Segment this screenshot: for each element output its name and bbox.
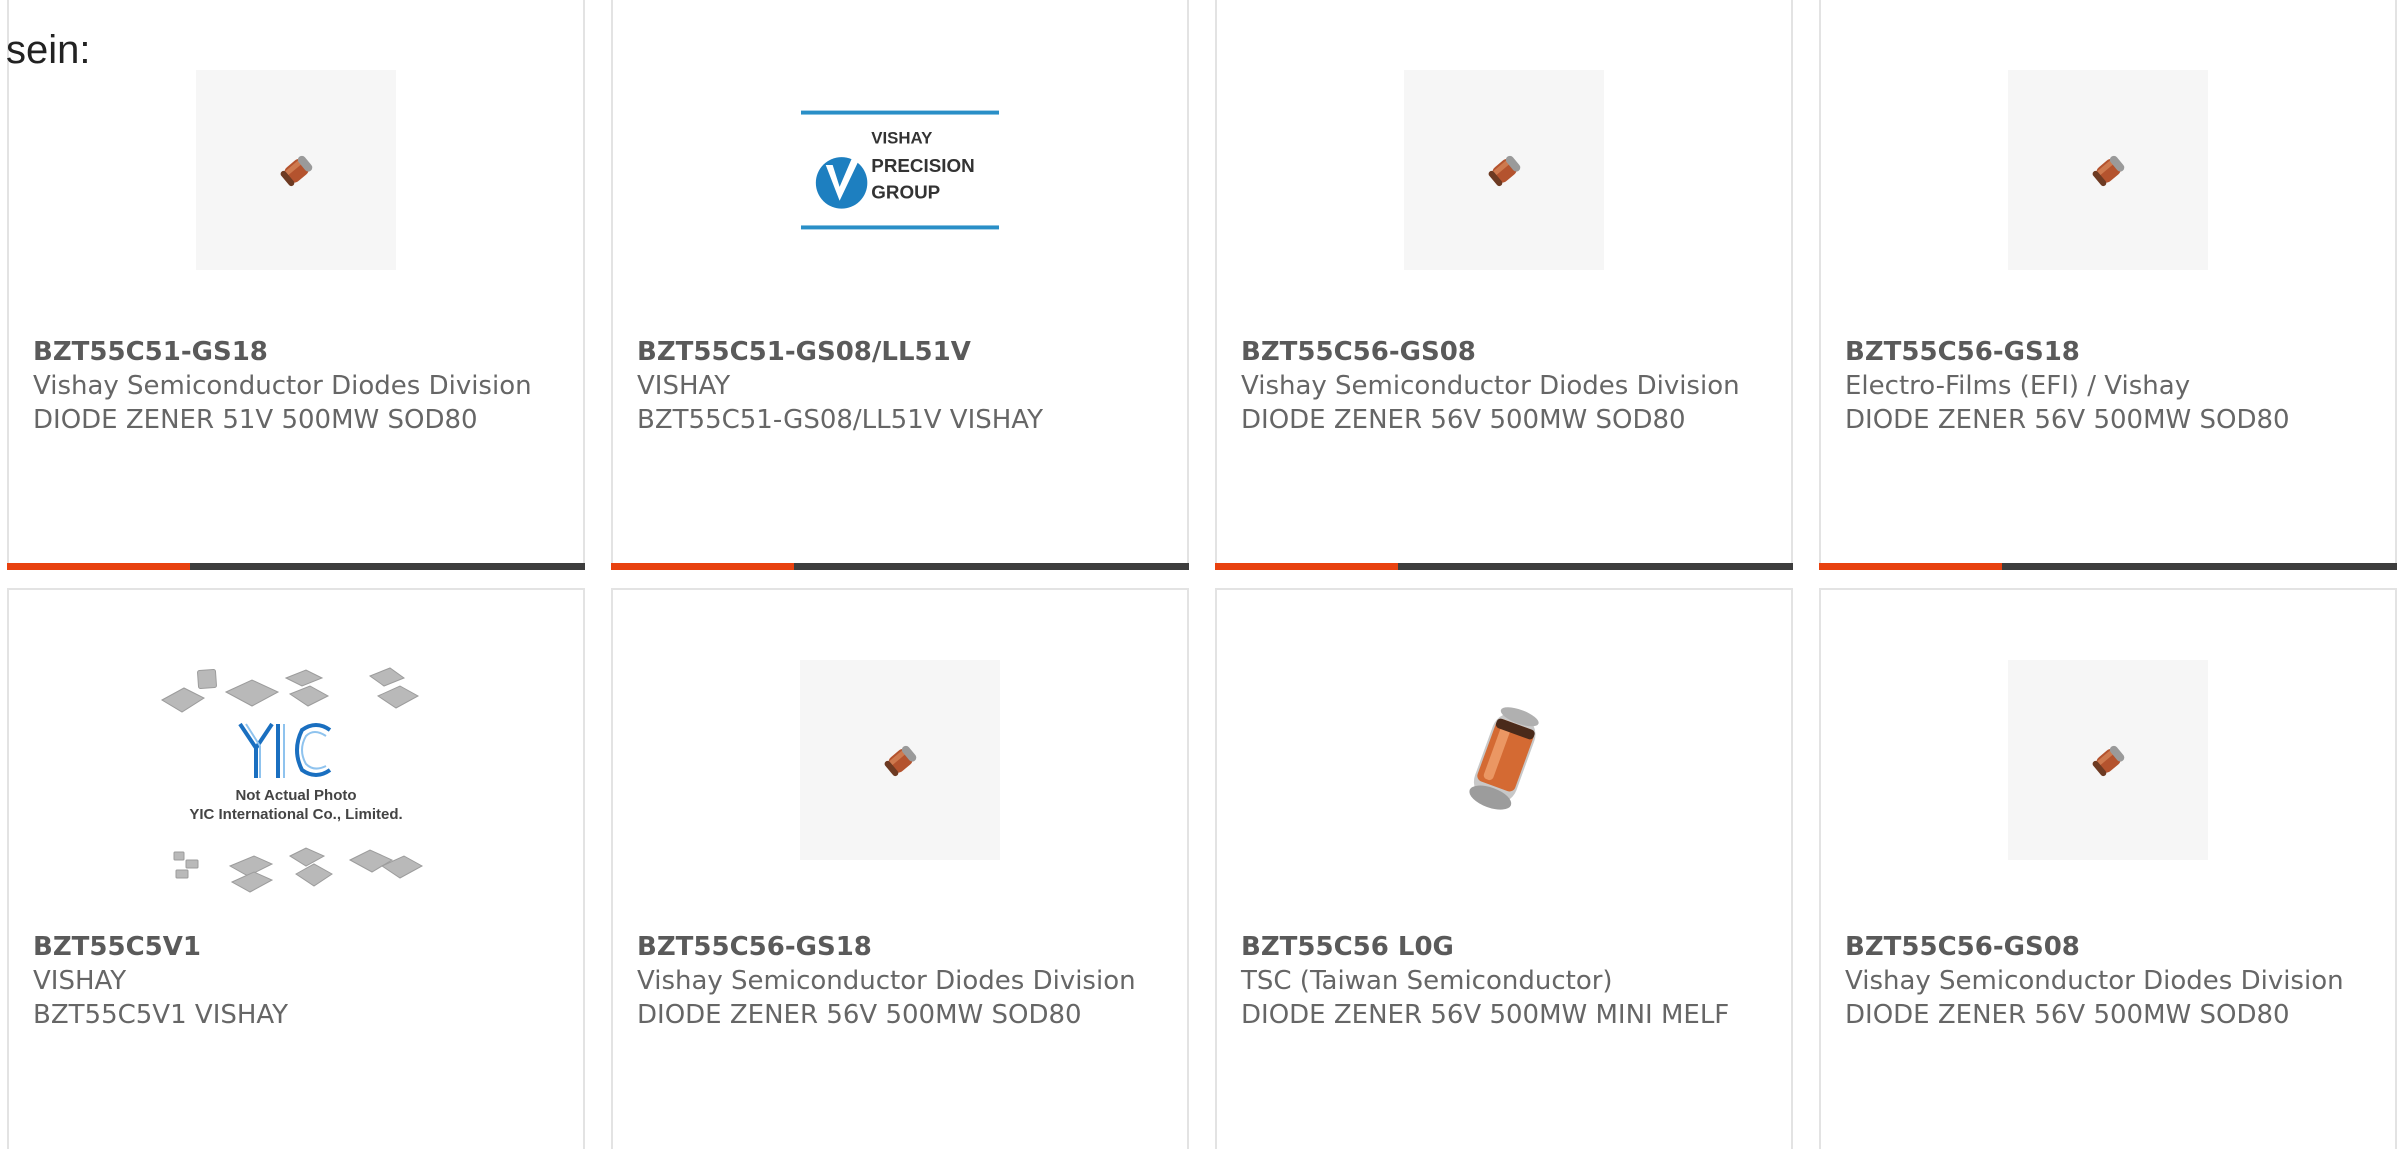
- manufacturer: Electro-Films (EFI) / Vishay: [1845, 371, 2191, 401]
- manufacturer: Vishay Semiconductor Diodes Division: [1845, 966, 2344, 996]
- manufacturer: TSC (Taiwan Semiconductor): [1241, 966, 1613, 996]
- logo-line-3: GROUP: [871, 182, 940, 203]
- description: DIODE ZENER 56V 500MW SOD80: [637, 1000, 1082, 1030]
- product-card[interactable]: BZT55C56 L0G TSC (Taiwan Semiconductor) …: [1215, 588, 1793, 1149]
- description: DIODE ZENER 56V 500MW SOD80: [1845, 1000, 2290, 1030]
- product-card[interactable]: BZT55C56-GS18 Vishay Semiconductor Diode…: [611, 588, 1189, 1149]
- manufacturer: VISHAY: [33, 966, 127, 996]
- product-card[interactable]: BZT55C51-GS18 Vishay Semiconductor Diode…: [7, 0, 585, 570]
- yic-placeholder-image: Not Actual Photo YIC International Co., …: [160, 667, 424, 893]
- description: BZT55C5V1 VISHAY: [33, 1000, 289, 1030]
- logo-line-1: VISHAY: [871, 128, 932, 147]
- product-image[interactable]: [196, 70, 396, 270]
- diode-icon: [884, 745, 917, 777]
- manufacturer: VISHAY: [637, 371, 731, 401]
- diode-icon: [1469, 707, 1539, 810]
- product-card[interactable]: BZT55C56-GS18 Electro-Films (EFI) / Vish…: [1819, 0, 2397, 570]
- placeholder-line-2: YIC International Co., Limited.: [189, 806, 402, 823]
- product-image[interactable]: Not Actual Photo YIC International Co., …: [156, 660, 436, 900]
- product-image[interactable]: [2008, 660, 2208, 860]
- product-image[interactable]: [1404, 660, 1604, 860]
- part-number-link[interactable]: BZT55C51-GS08/LL51V: [637, 335, 1167, 369]
- product-image[interactable]: [800, 660, 1000, 860]
- product-grid-page: sein: BZT55C51-GS18 Vishay Semiconductor…: [0, 0, 2400, 1149]
- product-image[interactable]: [1404, 70, 1604, 270]
- description: BZT55C51-GS08/LL51V VISHAY: [637, 405, 1043, 435]
- card-bottom-bar: [7, 563, 585, 570]
- diode-icon: [2092, 155, 2125, 187]
- placeholder-line-1: Not Actual Photo: [235, 787, 356, 804]
- part-number-link[interactable]: BZT55C56-GS08: [1241, 335, 1771, 369]
- manufacturer: Vishay Semiconductor Diodes Division: [637, 966, 1136, 996]
- logo-line-2: PRECISION: [871, 155, 974, 176]
- manufacturer: Vishay Semiconductor Diodes Division: [1241, 371, 1740, 401]
- card-bottom-bar: [1819, 563, 2397, 570]
- product-image[interactable]: VISHAY PRECISION GROUP: [800, 70, 1000, 270]
- diode-icon: [280, 155, 313, 187]
- description: DIODE ZENER 56V 500MW SOD80: [1845, 405, 2290, 435]
- intro-text: sein:: [6, 28, 91, 72]
- diode-icon: [2092, 745, 2125, 777]
- description: DIODE ZENER 51V 500MW SOD80: [33, 405, 478, 435]
- description: DIODE ZENER 56V 500MW MINI MELF: [1241, 1000, 1730, 1030]
- card-bottom-bar: [1215, 563, 1793, 570]
- part-number-link[interactable]: BZT55C56-GS08: [1845, 930, 2375, 964]
- part-number-link[interactable]: BZT55C56-GS18: [637, 930, 1167, 964]
- manufacturer: Vishay Semiconductor Diodes Division: [33, 371, 532, 401]
- product-card[interactable]: BZT55C56-GS08 Vishay Semiconductor Diode…: [1819, 588, 2397, 1149]
- vishay-precision-logo: VISHAY PRECISION GROUP: [800, 110, 1000, 230]
- description: DIODE ZENER 56V 500MW SOD80: [1241, 405, 1686, 435]
- product-card[interactable]: Not Actual Photo YIC International Co., …: [7, 588, 585, 1149]
- card-bottom-bar: [611, 563, 1189, 570]
- product-image[interactable]: [2008, 70, 2208, 270]
- product-card[interactable]: VISHAY PRECISION GROUP BZT55C51-GS08/LL5…: [611, 0, 1189, 570]
- part-number-link[interactable]: BZT55C56-GS18: [1845, 335, 2375, 369]
- diode-icon: [1488, 155, 1521, 187]
- part-number-link[interactable]: BZT55C5V1: [33, 930, 563, 964]
- part-number-link[interactable]: BZT55C56 L0G: [1241, 930, 1771, 964]
- part-number-link[interactable]: BZT55C51-GS18: [33, 335, 563, 369]
- product-card[interactable]: BZT55C56-GS08 Vishay Semiconductor Diode…: [1215, 0, 1793, 570]
